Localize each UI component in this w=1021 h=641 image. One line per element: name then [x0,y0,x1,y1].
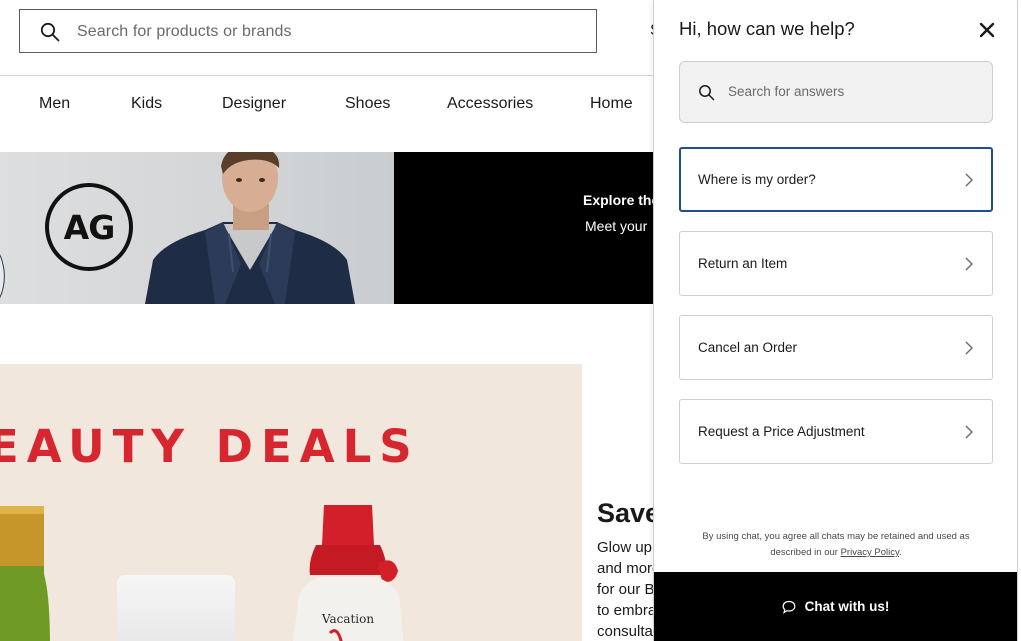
chevron-right-icon [965,425,973,439]
header-divider [0,75,660,76]
help-panel-title: Hi, how can we help? [679,18,855,39]
vacation-bottle-image: Vacation [292,505,404,641]
chat-disclaimer: By using chat, you agree all chats may b… [679,529,993,561]
green-bottle-image [0,506,50,641]
chat-button-label: Chat with us! [804,599,890,614]
option-cancel-an-order[interactable]: Cancel an Order [679,315,993,380]
main-nav: Men Kids Designer Shoes Accessories Home [0,95,660,117]
option-label: Where is my order? [698,172,816,187]
help-search-placeholder: Search for answers [728,84,845,99]
beauty-deals-title: EAUTY DEALS [0,420,420,473]
brand-banner[interactable]: AG Explore the Meet your [0,152,660,304]
model-photo [145,152,355,304]
search-icon [40,22,60,42]
nav-item-men[interactable]: Men [39,95,70,113]
banner-text-panel: Explore the Meet your [394,152,660,304]
banner-photo: AG [0,152,394,304]
disclaimer-period: . [899,547,902,558]
ag-logo: AG [45,183,133,271]
option-return-an-item[interactable]: Return an Item [679,231,993,296]
beauty-deals-promo[interactable]: EAUTY DEALS Vacation [0,364,582,641]
chevron-right-icon [965,341,973,355]
nav-item-shoes[interactable]: Shoes [345,95,390,113]
option-label: Return an Item [698,256,788,271]
banner-headline: Explore the [583,192,660,208]
chat-with-us-button[interactable]: Chat with us! [654,572,1017,641]
nav-item-designer[interactable]: Designer [222,95,286,113]
option-label: Cancel an Order [698,340,798,355]
nav-item-kids[interactable]: Kids [131,95,162,113]
search-icon [699,85,715,101]
chevron-right-icon [965,257,973,271]
white-jar-image [117,575,235,641]
site-search-input[interactable]: Search for products or brands [19,9,597,53]
partial-figure-image [0,254,5,299]
svg-text:Vacation: Vacation [321,612,374,626]
option-label: Request a Price Adjustment [698,424,865,439]
help-search-input[interactable]: Search for answers [679,61,993,123]
disclaimer-line: described in our [770,547,841,558]
chat-bubble-icon [782,600,796,614]
nav-item-accessories[interactable]: Accessories [447,95,533,113]
privacy-policy-link[interactable]: Privacy Policy [841,547,899,558]
nav-item-home[interactable]: Home [590,95,633,113]
option-where-is-my-order[interactable]: Where is my order? [679,147,993,212]
banner-subline: Meet your [585,218,648,234]
chevron-right-icon [965,173,973,187]
option-request-price-adjustment[interactable]: Request a Price Adjustment [679,399,993,464]
close-icon[interactable] [976,19,998,41]
site-search-placeholder: Search for products or brands [77,23,292,40]
save-heading: Save [597,498,661,528]
help-panel: Hi, how can we help? Search for answers … [653,0,1018,641]
disclaimer-line: By using chat, you agree all chats may b… [702,531,970,542]
